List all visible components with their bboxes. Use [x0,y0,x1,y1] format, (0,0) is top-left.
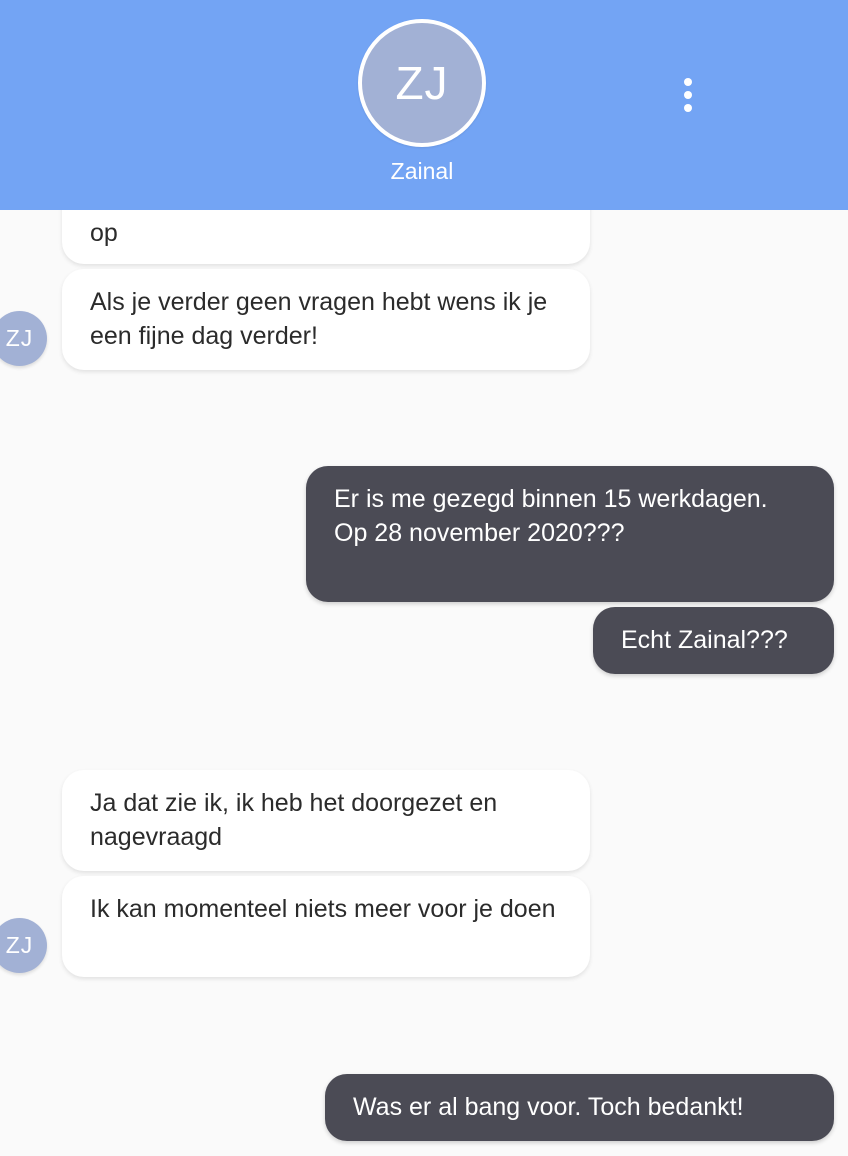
message-outgoing: Was er al bang voor. Toch bedankt! [325,1074,834,1141]
message-incoming: Ik kan momenteel niets meer voor je doen [62,876,590,977]
message-text: Echt Zainal??? [621,626,788,654]
message-incoming: Ja dat zie ik, ik heb het doorgezet en n… [62,770,590,871]
menu-dot [684,104,692,112]
message-text: Ik kan momenteel niets meer voor je doen [90,895,556,923]
contact-name: Zainal [390,158,454,184]
message-text: Er is me gezegd binnen 15 werkdagen. Op … [334,485,768,547]
sender-avatar: ZJ [0,311,47,366]
menu-dot [684,91,692,99]
message-incoming: Als je verder geen vragen hebt wens ik j… [62,269,590,370]
contact-avatar[interactable]: ZJ [358,19,486,147]
sender-avatar: ZJ [0,918,47,973]
chat-header: ZJ Zainal [0,0,848,210]
message-text: Als je verder geen vragen hebt wens ik j… [90,288,548,350]
message-text: Was er al bang voor. Toch bedankt! [353,1093,744,1121]
message-outgoing: Er is me gezegd binnen 15 werkdagen. Op … [306,466,834,602]
message-text: op [90,219,118,247]
message-text: Ja dat zie ik, ik heb het doorgezet en n… [90,789,498,851]
message-outgoing: Echt Zainal??? [593,607,834,674]
more-vertical-icon[interactable] [672,74,704,116]
menu-dot [684,78,692,86]
